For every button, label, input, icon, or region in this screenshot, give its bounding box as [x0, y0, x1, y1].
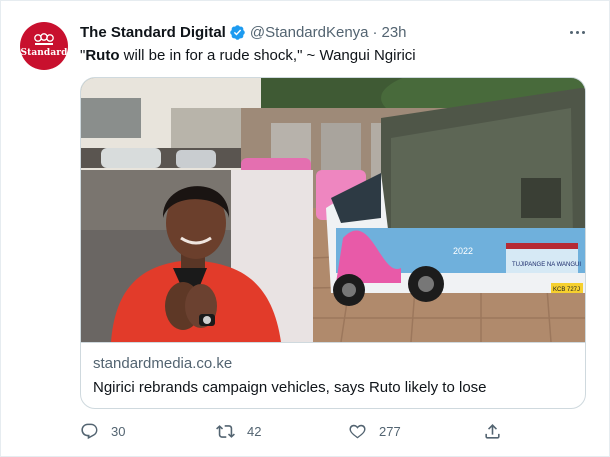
retweet-count: 42 [247, 424, 262, 439]
handle[interactable]: @StandardKenya [250, 24, 369, 41]
card-photo: TUJIPANGE NA WANGUI 2022 KCB 727J [81, 78, 585, 342]
tweet-text-rest: will be in for a rude shock," ~ Wangui N… [119, 47, 416, 64]
card-photo-scene: TUJIPANGE NA WANGUI 2022 KCB 727J [81, 78, 585, 342]
timestamp[interactable]: 23h [382, 24, 407, 41]
like-icon [349, 424, 366, 439]
like-count: 277 [379, 424, 401, 439]
avatar[interactable]: Standard [20, 22, 68, 70]
tweet-text: "Ruto will be in for a rude shock," ~ Wa… [80, 46, 416, 66]
card-domain: standardmedia.co.ke [93, 355, 233, 372]
reply-count: 30 [111, 424, 126, 439]
plate-text: KCB 727J [553, 287, 580, 293]
card-title: Ngirici rebrands campaign vehicles, says… [93, 379, 487, 396]
card-footer[interactable]: standardmedia.co.ke Ngirici rebrands cam… [81, 342, 585, 408]
crest-icon [34, 32, 54, 45]
reply-icon [81, 423, 98, 440]
tweet-header: The Standard Digital @StandardKenya · 23… [80, 22, 407, 42]
separator-dot: · [372, 23, 378, 41]
retweet-icon [216, 425, 235, 438]
share-icon [485, 424, 500, 439]
reply-button[interactable]: 30 [80, 422, 125, 441]
year-text: 2022 [453, 246, 473, 256]
retweet-button[interactable]: 42 [216, 422, 261, 441]
share-button[interactable] [483, 422, 502, 441]
action-bar: 30 42 277 [80, 422, 510, 444]
display-name[interactable]: The Standard Digital [80, 24, 226, 41]
like-button[interactable]: 277 [348, 422, 401, 441]
link-card[interactable]: TUJIPANGE NA WANGUI 2022 KCB 727J standa… [80, 77, 586, 409]
banner-text: TUJIPANGE NA WANGUI [512, 262, 581, 268]
tweet-text-bold: Ruto [85, 47, 120, 64]
verified-badge-icon [230, 24, 245, 40]
avatar-logo-text: Standard [20, 47, 68, 58]
more-icon[interactable] [566, 24, 588, 40]
